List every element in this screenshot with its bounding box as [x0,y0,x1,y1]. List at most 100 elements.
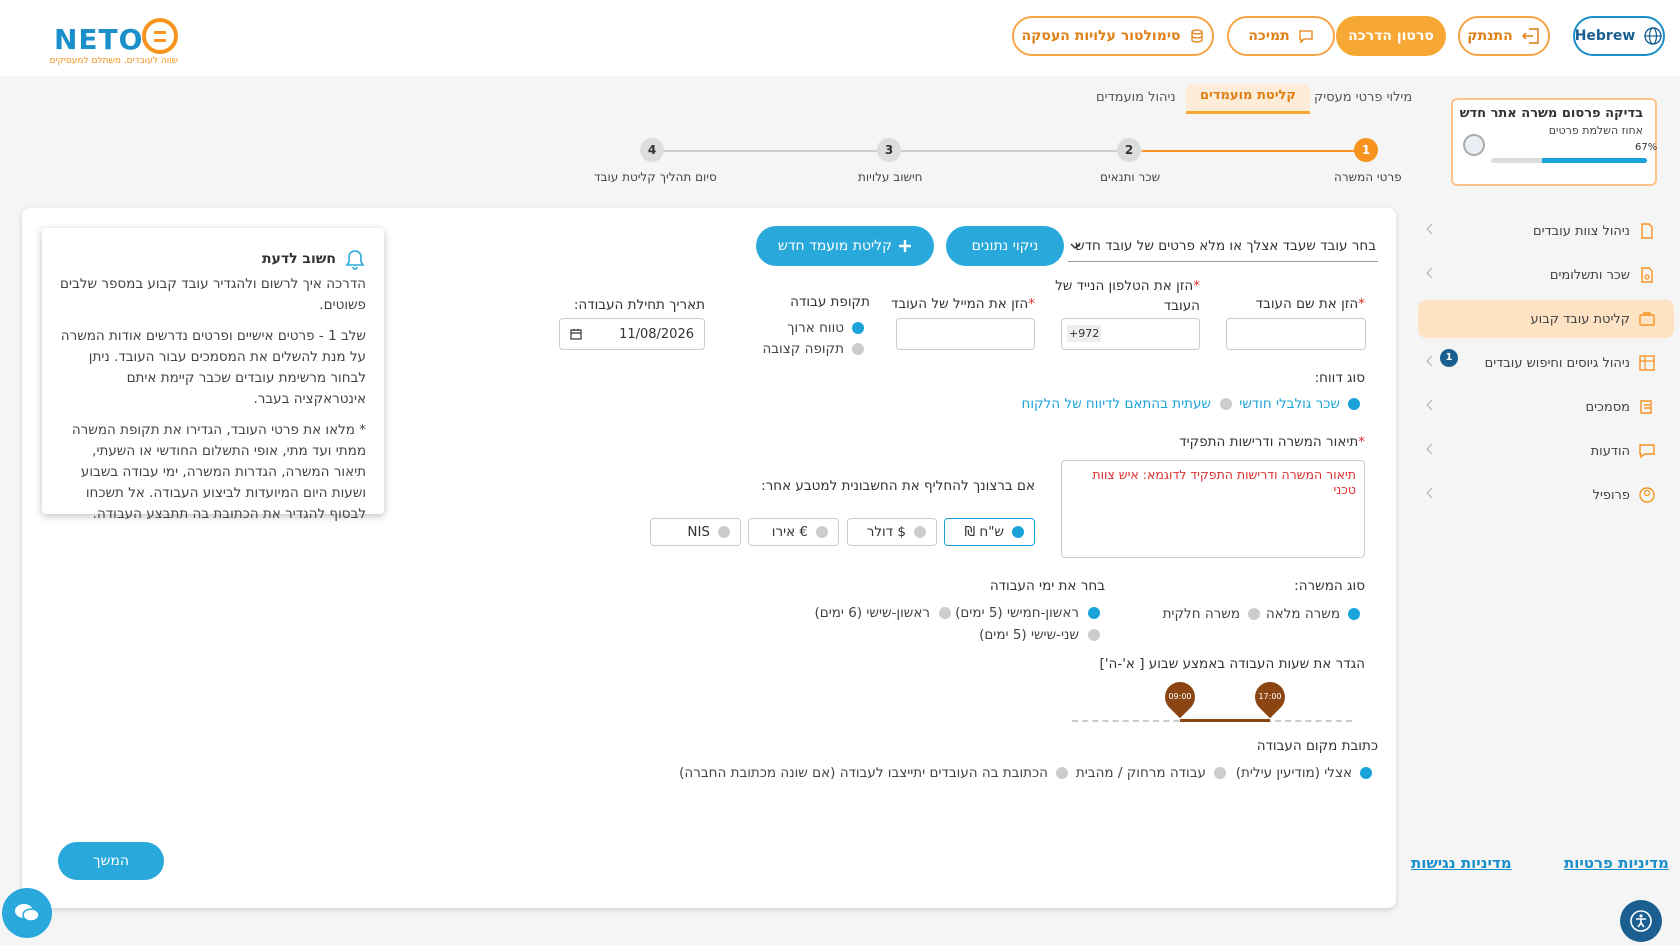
step-2-circle[interactable]: 2 [1117,138,1141,162]
sidebar-item-permanent-intake[interactable]: קליטת עובד קבוע [1418,300,1674,338]
currency-nis-option[interactable]: NIS [650,518,741,546]
sidebar-item-label: פרופיל [1592,487,1630,503]
logout-label: התנתק [1467,28,1513,44]
tab-candidate-intake[interactable]: קליטת מועמדים [1186,84,1310,114]
required-marker: * [1028,296,1035,312]
report-monthly-radio[interactable] [1348,398,1360,410]
hours-end-handle[interactable]: 17:00 [1248,675,1292,719]
chat-bubble-icon [1299,30,1313,44]
employee-select[interactable]: בחר עובד שעבד אצלך או מלא פרטים של עובד … [1068,230,1378,262]
payroll-document-icon [1641,267,1653,283]
chat-support-button[interactable] [2,888,52,938]
chevron-left-icon [1426,443,1438,455]
hours-start-handle[interactable]: 09:00 [1158,675,1202,719]
position-type-label: סוג המשרה: [1294,578,1365,594]
currency-eur-option[interactable]: € אירו [748,518,839,546]
email-input[interactable] [896,318,1035,350]
step-4-label: סיום תהליך קליטת עובד [594,170,717,184]
tab-candidate-management[interactable]: ניהול מועמדים [1082,88,1190,116]
step-3-circle[interactable]: 3 [877,138,901,162]
new-candidate-button[interactable]: קליטת מועמד חדש [756,226,934,266]
sidebar-item-label: מסמכים [1585,399,1630,415]
clear-data-button[interactable]: ניקוי נתונים [946,226,1064,266]
currency-ils-option[interactable]: ש"ח ₪ [944,518,1035,546]
address-mine-label: אצלי (מודיעין עילית) [1235,765,1352,781]
notice-paragraph-3: * מלאו את פרטי העובד, הגדירו את תקופת המ… [71,422,366,522]
sidebar-item-documents[interactable]: מסמכים [1418,388,1674,426]
chevron-left-icon [1426,355,1438,367]
accessibility-policy-link[interactable]: מדיניות נגישות [1411,854,1512,872]
start-date-value: 11/08/2026 [619,326,694,342]
workdays-sun-fri-label: ראשון-שישי (6 ימים) [814,605,931,621]
document-icon [1641,223,1653,239]
chevron-left-icon [1426,223,1438,235]
email-label-text: הזן את המייל של העובד [890,296,1029,312]
required-marker: * [1193,278,1200,294]
tab-employer-details[interactable]: מילוי פרטי מעסיק [1300,88,1426,116]
accessibility-icon [1630,910,1652,932]
address-remote-radio[interactable] [1214,767,1226,779]
address-mine-radio[interactable] [1360,767,1372,779]
step-2-label: שכר ותנאים [1100,170,1161,184]
bell-icon [345,250,365,270]
progress-percent-label: 67% [1635,142,1658,153]
currency-ils-radio [1012,526,1024,538]
sidebar-item-profile[interactable]: פרופיל [1418,476,1674,514]
workdays-sun-fri-radio[interactable] [939,607,951,619]
work-hours-label: הגדר את שעות העבודה באמצע שבוע [ א'-ה'] [1099,656,1365,672]
support-label: תמיכה [1248,28,1290,44]
cost-simulator-button[interactable]: סימולטור עלויות העסקה [1012,16,1214,56]
period-fixed-radio[interactable] [852,343,864,355]
new-candidate-label: קליטת מועמד חדש [777,238,893,254]
cost-simulator-label: סימולטור עלויות העסקה [1021,28,1181,44]
employee-name-input[interactable] [1226,318,1366,350]
job-description-textarea[interactable]: תיאור המשרה ודרישות התפקיד לדוגמא: איש צ… [1061,460,1365,558]
neto-logo[interactable]: NETO שווה לעובדים. משתלם למעסיקים [50,18,184,68]
position-full-radio[interactable] [1348,608,1360,620]
report-monthly-label: שכר גולבלי חודשי [1239,396,1340,412]
completion-progress-card[interactable]: בדיקה פרסום משרה אתר חדש אחוז השלמת פרטי… [1451,98,1657,186]
position-full-label: משרה מלאה [1265,606,1340,622]
report-hourly-radio[interactable] [1220,398,1232,410]
sidebar-item-team-management[interactable]: ניהול צוות עובדים [1418,212,1674,250]
sidebar-item-label: הודעות [1590,443,1630,459]
currency-usd-option[interactable]: $ דולר [847,518,937,546]
chevron-left-icon [1426,487,1438,499]
privacy-policy-link[interactable]: מדיניות פרטיות [1564,854,1669,872]
start-date-label: תאריך תחילת העבודה: [573,297,705,313]
required-marker: * [1358,434,1365,450]
notice-header: חשוב לדעת [60,248,366,270]
sidebar-item-recruitment[interactable]: ניהול גיוסים וחיפוש עובדים 1 [1418,344,1674,382]
position-partial-radio[interactable] [1248,608,1260,620]
address-other-label: הכתובת בה העובדים יתייצבו לעבודה (אם שונ… [679,765,1048,781]
language-selector[interactable]: Hebrew [1573,16,1665,56]
sidebar-item-label: שכר ותשלומים [1549,267,1630,283]
start-date-input[interactable]: 11/08/2026 [559,318,705,350]
step-3-label: חישוב עלויות [858,170,923,184]
work-period-label: תקופת עבודה [790,294,870,310]
step-1-circle[interactable]: 1 [1354,138,1378,162]
support-button[interactable]: תמיכה [1227,16,1335,56]
currency-nis-label: NIS [687,524,710,540]
workdays-mon-fri-radio[interactable] [1088,629,1100,641]
message-icon [1639,444,1655,459]
currency-ils-label: ש"ח ₪ [964,524,1004,540]
sidebar-item-messages[interactable]: הודעות [1418,432,1674,470]
notice-paragraph-1: הדרכה איך לרשום ולהגדיר עובד קבוע במספר … [60,276,366,313]
notification-badge: 1 [1440,349,1458,367]
accessibility-button[interactable] [1620,900,1662,942]
sidebar-item-label: קליטת עובד קבוע [1530,311,1630,327]
currency-label: אם ברצונך להחליף את החשבונית למטבע אחר: [761,478,1035,494]
address-other-radio[interactable] [1056,767,1068,779]
sidebar-item-payroll[interactable]: שכר ותשלומים [1418,256,1674,294]
continue-button[interactable]: המשך [58,842,164,880]
period-long-label: טווח ארוך [787,320,844,336]
tutorial-video-button[interactable]: סרטון הדרכה [1336,16,1446,56]
progress-bar-fill [1542,158,1647,163]
logout-button[interactable]: התנתק [1458,16,1550,56]
workdays-sun-thu-radio[interactable] [1088,607,1100,619]
sidebar-item-label: ניהול צוות עובדים [1533,223,1630,239]
period-long-radio[interactable] [852,322,864,334]
phone-input[interactable]: +972 [1061,318,1200,350]
step-4-circle[interactable]: 4 [640,138,664,162]
